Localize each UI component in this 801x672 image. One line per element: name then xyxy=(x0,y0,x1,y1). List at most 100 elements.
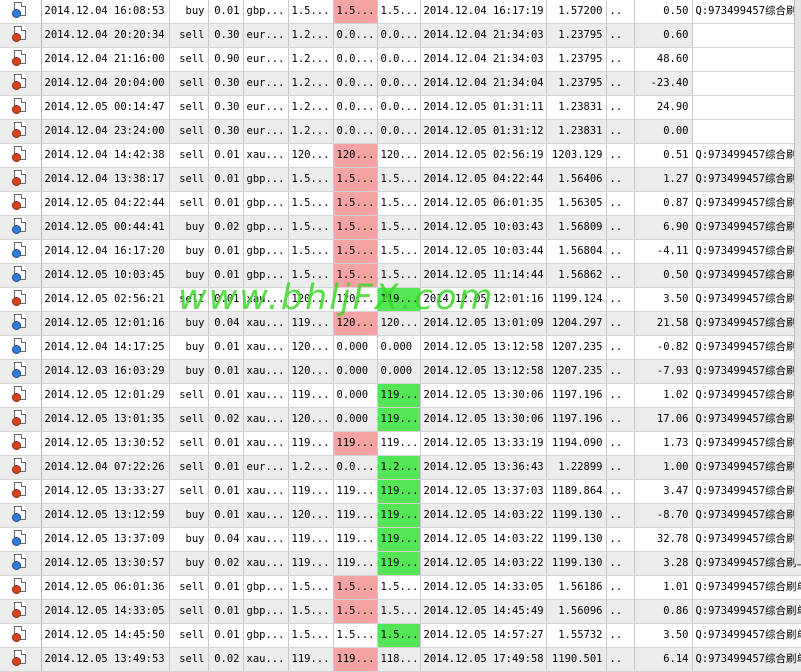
open-price-cell: 119... xyxy=(288,647,334,672)
table-row[interactable]: 2014.12.04 20:04:00 sell 0.30 eur... 1.2... 0… xyxy=(0,71,801,96)
order-icon-cell xyxy=(0,527,42,552)
size-cell: 0.01 xyxy=(208,599,244,624)
table-row[interactable]: 2014.12.04 23:24:00 sell 0.30 eur... 1.2... 0… xyxy=(0,119,801,144)
table-row[interactable]: 2014.12.05 04:22:44 sell 0.01 gbp... 1.5... 1… xyxy=(0,191,801,216)
sell-order-icon xyxy=(12,194,27,210)
table-row[interactable]: 2014.12.05 13:49:53 sell 0.02 xau... 119... 1… xyxy=(0,647,801,672)
type-cell: sell xyxy=(169,287,209,312)
table-row[interactable]: 2014.12.04 16:08:53 buy 0.01 gbp... 1.5... 1.… xyxy=(0,0,801,24)
buy-order-icon xyxy=(12,362,27,378)
open-price-cell: 120... xyxy=(288,335,334,360)
comment-cell: Q:973499457综合刷单 xyxy=(692,191,801,216)
order-icon-cell xyxy=(0,311,42,336)
stop-loss-cell: 0.0... xyxy=(333,23,378,48)
close-time-cell: 2014.12.05 13:33:19 xyxy=(420,431,547,456)
table-row[interactable]: 2014.12.05 06:01:36 sell 0.01 gbp... 1.5... 1… xyxy=(0,575,801,600)
symbol-cell: xau... xyxy=(243,527,289,552)
table-row[interactable]: 2014.12.04 21:16:00 sell 0.90 eur... 1.2... 0… xyxy=(0,47,801,72)
stop-loss-cell: 1.5... xyxy=(333,575,378,600)
sell-order-icon xyxy=(12,290,27,306)
comment-cell: Q:973499457综合刷单 xyxy=(692,263,801,288)
stop-loss-cell: 1.5... xyxy=(333,0,378,24)
table-row[interactable]: 2014.12.03 16:03:29 buy 0.01 xau... 120... 0.… xyxy=(0,359,801,384)
open-time-cell: 2014.12.04 16:08:53 xyxy=(41,0,170,24)
take-profit-cell: 118... xyxy=(377,647,421,672)
sell-order-icon xyxy=(12,626,27,642)
close-price-cell: 1199.130 xyxy=(546,503,607,528)
commission-cell: .. xyxy=(606,527,635,552)
open-time-cell: 2014.12.05 13:33:27 xyxy=(41,479,170,504)
table-row[interactable]: 2014.12.05 13:01:35 sell 0.02 xau... 120... 0… xyxy=(0,407,801,432)
order-icon-cell xyxy=(0,503,42,528)
profit-cell: 0.87 xyxy=(634,191,693,216)
close-time-cell: 2014.12.04 16:17:19 xyxy=(420,0,547,24)
size-cell: 0.01 xyxy=(208,503,244,528)
close-price-cell: 1194.090 xyxy=(546,431,607,456)
take-profit-cell: 1.2... xyxy=(377,455,421,480)
profit-cell: 1.27 xyxy=(634,167,693,192)
table-row[interactable]: 2014.12.05 02:56:21 sell 0.01 xau... 120... 1… xyxy=(0,287,801,312)
commission-cell: .. xyxy=(606,287,635,312)
close-time-cell: 2014.12.05 10:03:43 xyxy=(420,215,547,240)
table-row[interactable]: 2014.12.05 13:37:09 buy 0.04 xau... 119... 11… xyxy=(0,527,801,552)
close-time-cell: 2014.12.05 02:56:19 xyxy=(420,143,547,168)
close-time-cell: 2014.12.05 06:01:35 xyxy=(420,191,547,216)
take-profit-cell: 119... xyxy=(377,527,421,552)
stop-loss-cell: 119... xyxy=(333,479,378,504)
trade-history-table: 2014.12.04 16:08:53 buy 0.01 gbp... 1.5... 1.… xyxy=(0,0,801,672)
open-price-cell: 120... xyxy=(288,503,334,528)
size-cell: 0.01 xyxy=(208,623,244,648)
type-cell: sell xyxy=(169,47,209,72)
profit-cell: 0.50 xyxy=(634,263,693,288)
table-row[interactable]: 2014.12.04 14:17:25 buy 0.01 xau... 120... 0.… xyxy=(0,335,801,360)
open-price-cell: 1.2... xyxy=(288,71,334,96)
profit-cell: 3.50 xyxy=(634,287,693,312)
profit-cell: 1.01 xyxy=(634,575,693,600)
symbol-cell: xau... xyxy=(243,359,289,384)
open-time-cell: 2014.12.04 20:04:00 xyxy=(41,71,170,96)
order-icon-cell xyxy=(0,479,42,504)
order-icon-cell xyxy=(0,239,42,264)
table-row[interactable]: 2014.12.04 20:20:34 sell 0.30 eur... 1.2... 0… xyxy=(0,23,801,48)
table-row[interactable]: 2014.12.05 14:33:05 sell 0.01 gbp... 1.5... 1… xyxy=(0,599,801,624)
table-row[interactable]: 2014.12.04 14:42:38 sell 0.01 xau... 120... 1… xyxy=(0,143,801,168)
table-row[interactable]: 2014.12.05 13:33:27 sell 0.01 xau... 119... 1… xyxy=(0,479,801,504)
commission-cell: .. xyxy=(606,95,635,120)
table-row[interactable]: 2014.12.05 12:01:16 buy 0.04 xau... 119... 12… xyxy=(0,311,801,336)
comment-cell: Q:973499457综合刷单 xyxy=(692,383,801,408)
commission-cell: .. xyxy=(606,335,635,360)
table-row[interactable]: 2014.12.05 13:12:59 buy 0.01 xau... 120... 11… xyxy=(0,503,801,528)
order-icon-cell xyxy=(0,623,42,648)
comment-cell: Q:973499457综合刷单 xyxy=(692,143,801,168)
table-row[interactable]: 2014.12.05 00:14:47 sell 0.30 eur... 1.2... 0… xyxy=(0,95,801,120)
vertical-scrollbar[interactable] xyxy=(794,0,801,564)
type-cell: sell xyxy=(169,623,209,648)
open-time-cell: 2014.12.05 10:03:45 xyxy=(41,263,170,288)
stop-loss-cell: 1.5... xyxy=(333,263,378,288)
type-cell: sell xyxy=(169,143,209,168)
table-row[interactable]: 2014.12.05 00:44:41 buy 0.02 gbp... 1.5... 1.… xyxy=(0,215,801,240)
type-cell: buy xyxy=(169,215,209,240)
table-row[interactable]: 2014.12.04 16:17:20 buy 0.01 gbp... 1.5... 1.… xyxy=(0,239,801,264)
close-time-cell: 2014.12.05 13:36:43 xyxy=(420,455,547,480)
table-row[interactable]: 2014.12.04 13:38:17 sell 0.01 gbp... 1.5... 1… xyxy=(0,167,801,192)
stop-loss-cell: 0.000 xyxy=(333,407,378,432)
close-price-cell: 1.56305 xyxy=(546,191,607,216)
comment-cell xyxy=(692,95,801,120)
sell-order-icon xyxy=(12,26,27,42)
profit-cell: -0.82 xyxy=(634,335,693,360)
profit-cell: 1.00 xyxy=(634,455,693,480)
table-row[interactable]: 2014.12.05 13:30:52 sell 0.01 xau... 119... 1… xyxy=(0,431,801,456)
table-row[interactable]: 2014.12.05 14:45:50 sell 0.01 gbp... 1.5... 1… xyxy=(0,623,801,648)
table-row[interactable]: 2014.12.05 10:03:45 buy 0.01 gbp... 1.5... 1.… xyxy=(0,263,801,288)
open-price-cell: 1.2... xyxy=(288,455,334,480)
open-price-cell: 120... xyxy=(288,359,334,384)
take-profit-cell: 0.000 xyxy=(377,359,421,384)
table-row[interactable]: 2014.12.05 12:01:29 sell 0.01 xau... 119... 0… xyxy=(0,383,801,408)
close-time-cell: 2014.12.05 01:31:12 xyxy=(420,119,547,144)
order-icon-cell xyxy=(0,431,42,456)
type-cell: sell xyxy=(169,407,209,432)
comment-cell: Q:973499457综合刷单 xyxy=(692,479,801,504)
profit-cell: 17.06 xyxy=(634,407,693,432)
table-row[interactable]: 2014.12.04 07:22:26 sell 0.01 eur... 1.2... 0… xyxy=(0,455,801,480)
